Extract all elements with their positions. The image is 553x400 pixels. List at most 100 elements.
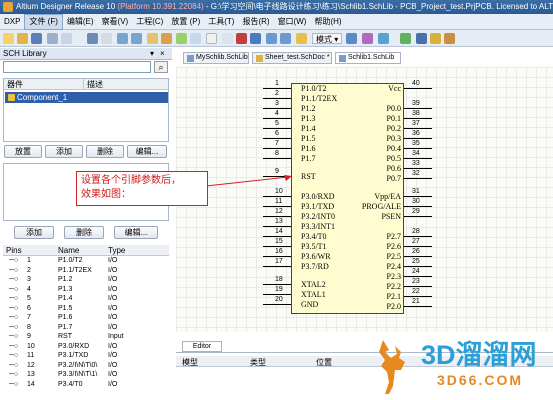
component-row-selected[interactable]: Component_1 (5, 92, 168, 103)
select-rect-icon[interactable] (206, 33, 217, 44)
paste-icon[interactable] (176, 33, 187, 44)
pin-number: 9 (27, 333, 31, 340)
pin-name: P3.3/I\N\T\1\ (58, 371, 98, 378)
pin-number: 24 (412, 268, 420, 275)
redo-icon[interactable] (280, 33, 291, 44)
zoom-out-icon[interactable] (131, 33, 142, 44)
menu-window[interactable]: 窗口(W) (274, 14, 311, 30)
align-icon[interactable] (430, 33, 441, 44)
pin-list-row[interactable]: ─○ 13 P3.3/I\N\T\1\ I/O (3, 371, 169, 379)
pin-list-row[interactable]: ─○ 7 P1.6 I/O (3, 314, 169, 322)
menu-edit[interactable]: 编辑(E) (63, 14, 98, 30)
pin-icon: ─○ (9, 295, 19, 302)
pin-list-row[interactable]: ─○ 14 P3.4/T0 I/O (3, 381, 169, 389)
zoom-area-icon[interactable] (101, 33, 112, 44)
tab-schlib1[interactable]: Schlib1.SchLib (335, 52, 401, 64)
undo-icon[interactable] (266, 33, 277, 44)
cut-icon[interactable] (147, 33, 158, 44)
deer-logo-icon (379, 340, 405, 394)
pin-lead (263, 294, 291, 295)
edit-button[interactable]: 编辑... (127, 145, 167, 158)
pin-number: 11 (27, 352, 35, 359)
menu-dxp[interactable]: DXP (0, 14, 24, 30)
move-icon[interactable] (222, 33, 233, 44)
pin-label: P0.1 (386, 114, 401, 123)
title-bar: Altium Designer Release 10 (Platform 10.… (0, 0, 553, 14)
pin-label: P3.4/T0 (301, 232, 327, 241)
mode-dropdown[interactable]: 模式 ▾ (312, 33, 343, 44)
copy-icon[interactable] (161, 33, 172, 44)
place-line-icon[interactable] (346, 33, 357, 44)
alias-delete-button[interactable]: 删除 (64, 226, 104, 239)
col-type[interactable]: Type (108, 246, 125, 255)
rubber-stamp-icon[interactable] (190, 33, 201, 44)
pin-panel-icon[interactable]: ▾ (150, 48, 154, 60)
pin-list-row[interactable]: ─○ 10 P3.0/RXD I/O (3, 343, 169, 351)
pin-list-row[interactable]: ─○ 4 P1.3 I/O (3, 286, 169, 294)
col-model[interactable]: 模型 (182, 357, 198, 368)
pin-lead (404, 88, 432, 89)
open-folder-icon[interactable] (17, 33, 28, 44)
alias-add-button[interactable]: 添加 (14, 226, 54, 239)
pin-lead (404, 138, 432, 139)
col-description[interactable]: 描述 (84, 79, 168, 90)
zoom-in-icon[interactable] (117, 33, 128, 44)
pin-name: P3.1/TXD (58, 352, 89, 359)
menu-place[interactable]: 放置 (P) (167, 14, 204, 30)
col-location[interactable]: 位置 (316, 357, 332, 368)
pin-number: 11 (275, 198, 283, 205)
save-icon[interactable] (31, 33, 42, 44)
zoom-fit-icon[interactable] (87, 33, 98, 44)
col-type[interactable]: 类型 (250, 357, 266, 368)
pin-label: P0.6 (386, 164, 401, 173)
pin-type: I/O (108, 352, 118, 359)
col-component[interactable]: 器件 (4, 79, 84, 90)
pin-list-row[interactable]: ─○ 5 P1.4 I/O (3, 295, 169, 303)
library-search-input[interactable] (3, 61, 151, 73)
menu-tools[interactable]: 工具(T) (204, 14, 238, 30)
search-icon[interactable]: ⌕ (154, 61, 168, 73)
color-icon[interactable] (400, 33, 411, 44)
new-file-icon[interactable] (3, 33, 14, 44)
folder-icon[interactable] (444, 33, 455, 44)
pin-list-row[interactable]: ─○ 1 P1.0/T2 I/O (3, 257, 169, 265)
pin-lead (263, 284, 291, 285)
pin-lead (404, 256, 432, 257)
place-text-icon[interactable] (378, 33, 389, 44)
pin-list-row[interactable]: ─○ 11 P3.1/TXD I/O (3, 352, 169, 360)
alias-edit-button[interactable]: 编辑... (114, 226, 158, 239)
print-preview-icon[interactable] (61, 33, 72, 44)
pin-list-row[interactable]: ─○ 12 P3.2/I\N\T\0\ I/O (3, 362, 169, 370)
menu-reports[interactable]: 报告(R) (238, 14, 273, 30)
pin-label: P2.7 (386, 232, 401, 241)
pin-lead (404, 178, 432, 179)
pin-list-row[interactable]: ─○ 9 RST Input (3, 333, 169, 341)
pin-icon: ─○ (9, 342, 19, 350)
col-name[interactable]: Name (58, 246, 79, 255)
tab-myschlib[interactable]: MySchlib.SchLib (183, 52, 249, 64)
clear-filter-icon[interactable] (250, 33, 261, 44)
pin-name: P3.2/I\N\T\0\ (58, 361, 98, 369)
add-button[interactable]: 添加 (45, 145, 83, 158)
place-button[interactable]: 放置 (4, 145, 42, 158)
menu-help[interactable]: 帮助(H) (310, 14, 345, 30)
close-panel-icon[interactable]: × (160, 48, 165, 60)
pin-list-row[interactable]: ─○ 8 P1.7 I/O (3, 324, 169, 332)
menu-file[interactable]: 文件 (F) (24, 14, 63, 30)
pin-list-row[interactable]: ─○ 2 P1.1/T2EX I/O (3, 267, 169, 275)
menu-project[interactable]: 工程(C) (132, 14, 167, 30)
tab-sheet-test[interactable]: Sheet_test.SchDoc * (252, 52, 332, 64)
menu-view[interactable]: 察看(V) (98, 14, 133, 30)
delete-button[interactable]: 删除 (86, 145, 124, 158)
pin-list-row[interactable]: ─○ 3 P1.2 I/O (3, 276, 169, 284)
component-table: 器件 描述 Component_1 (3, 78, 169, 142)
pin-number: 7 (275, 140, 279, 147)
deselect-icon[interactable] (236, 33, 247, 44)
print-icon[interactable] (47, 33, 58, 44)
place-pin-icon[interactable] (362, 33, 373, 44)
browse-icon[interactable] (296, 33, 307, 44)
pin-list-row[interactable]: ─○ 6 P1.5 I/O (3, 305, 169, 313)
col-pins[interactable]: Pins (6, 246, 22, 255)
tab-editor[interactable]: Editor (182, 341, 222, 352)
grid-icon[interactable] (416, 33, 427, 44)
